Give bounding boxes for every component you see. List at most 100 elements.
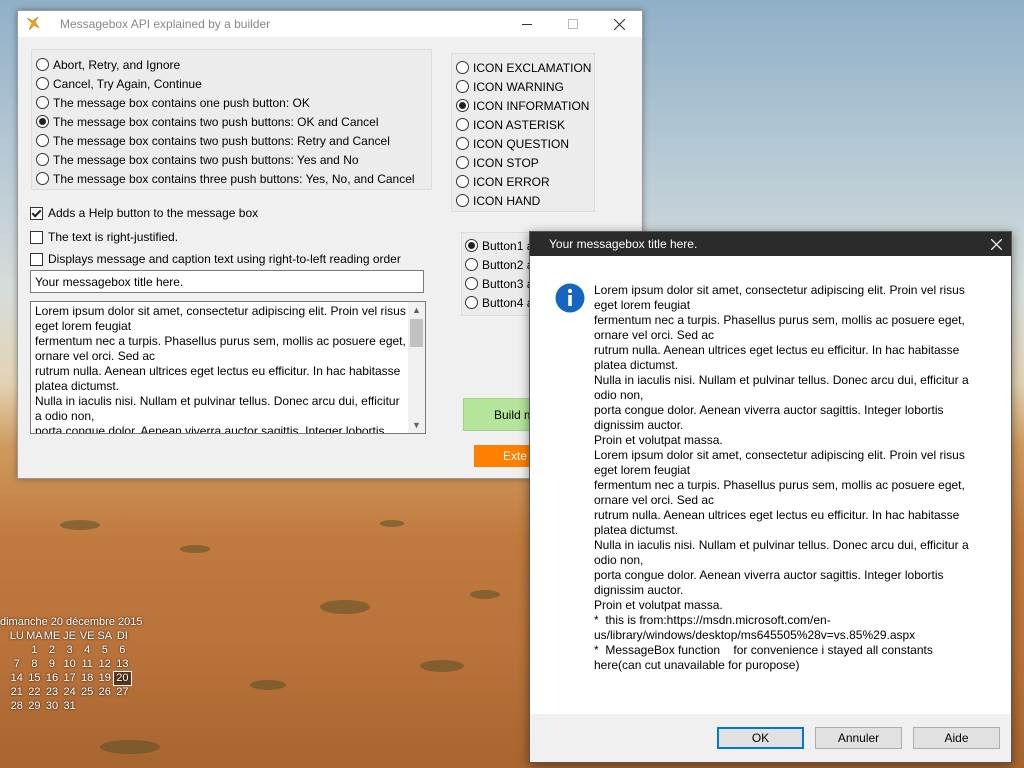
calendar-day: 7 [13,658,20,670]
message-scrollbar[interactable]: ▲ ▼ [408,302,425,433]
radio-unchecked-icon[interactable] [36,96,49,109]
radio-option[interactable]: The message box contains three push butt… [36,169,415,188]
radio-unchecked-icon[interactable] [465,277,478,290]
calendar-day: 28 [10,700,23,712]
calendar-day-header: DI [116,630,128,642]
radio-option[interactable]: ICON ERROR [456,172,550,191]
calendar-day: 29 [28,700,41,712]
option-checkbox-row[interactable]: The text is right-justified. [30,227,178,247]
calendar-day: 19 [98,672,111,684]
radio-unchecked-icon[interactable] [456,61,469,74]
radio-option[interactable]: ICON ASTERISK [456,115,565,134]
radio-option[interactable]: ICON HAND [456,191,540,210]
checkbox-checked-icon[interactable] [30,206,43,220]
icon-group: ICON EXCLAMATION ICON WARNING ICON INFORMA… [451,53,595,212]
radio-unchecked-icon[interactable] [465,258,478,271]
close-button[interactable] [596,11,642,37]
title-input[interactable]: Your messagebox title here. [30,270,424,293]
option-checkbox-row[interactable]: Adds a Help button to the message box [30,203,258,223]
minimize-button[interactable] [504,11,550,37]
calendar-day-header: SA [97,630,113,642]
calendar-day: 3 [66,644,73,656]
help-button[interactable]: Aide [913,727,1000,749]
radio-option[interactable]: Cancel, Try Again, Continue [36,74,202,93]
radio-unchecked-icon[interactable] [456,175,469,188]
radio-unchecked-icon[interactable] [36,153,49,166]
calendar-day: 4 [84,644,91,656]
calendar-day: 6 [119,644,126,656]
close-icon [613,18,625,30]
scrollbar-thumb[interactable] [410,319,423,347]
messagebox-titlebar[interactable]: Your messagebox title here. [530,232,1011,256]
radio-option[interactable]: ICON STOP [456,153,539,172]
messagebox-dialog: Your messagebox title here. Lorem ipsum … [529,231,1012,763]
radio-unchecked-icon[interactable] [456,80,469,93]
messagebox-close-button[interactable] [981,232,1011,256]
radio-checked-icon[interactable] [465,239,478,252]
radio-label: ICON WARNING [473,79,564,94]
app-icon [26,16,40,31]
calendar-day: 2 [48,644,56,656]
radio-label: Cancel, Try Again, Continue [53,76,202,91]
information-icon [555,283,585,313]
radio-unchecked-icon[interactable] [456,118,469,131]
calendar-day: 12 [98,658,111,670]
calendar-day: 26 [98,686,111,698]
cancel-button[interactable]: Annuler [815,727,902,749]
calendar-day: 23 [45,686,59,698]
calendar-day: 21 [10,686,23,698]
radio-unchecked-icon[interactable] [456,137,469,150]
radio-option[interactable]: Button2 a [465,255,533,274]
radio-option[interactable]: The message box contains two push button… [36,150,359,169]
message-textarea[interactable]: Lorem ipsum dolor sit amet, consectetur … [30,301,426,434]
radio-option[interactable]: Button1 a [465,236,533,255]
calendar-day: 11 [81,658,93,670]
radio-label: Button4 a [482,295,534,310]
radio-unchecked-icon[interactable] [456,194,469,207]
close-icon [990,238,1002,250]
checkbox-unchecked-icon[interactable] [30,230,43,244]
radio-unchecked-icon[interactable] [36,134,49,147]
radio-unchecked-icon[interactable] [36,58,49,71]
radio-label: Abort, Retry, and Ignore [53,57,181,72]
ok-button-label: OK [751,731,770,745]
radio-option[interactable]: The message box contains two push button… [36,131,390,150]
exit-button-label: Exte [503,449,528,463]
radio-option[interactable]: Button4 a [465,293,533,312]
radio-label: ICON HAND [473,193,541,208]
maximize-button[interactable] [550,11,596,37]
calendar-day: 13 [116,658,129,670]
radio-option[interactable]: The message box contains two push button… [36,112,379,131]
radio-checked-icon[interactable] [456,99,469,112]
scroll-down-icon[interactable]: ▼ [408,417,425,433]
radio-label: ICON ASTERISK [473,117,566,132]
calendar-day: 15 [28,672,41,684]
radio-option[interactable]: Button3 a [465,274,533,293]
calendar-day: 1 [31,644,38,656]
radio-option[interactable]: ICON EXCLAMATION [456,58,591,77]
option-checkbox-row[interactable]: Displays message and caption text using … [30,249,401,269]
radio-option[interactable]: ICON INFORMATION [456,96,589,115]
messagebox-title: Your messagebox title here. [549,237,698,251]
ok-button[interactable]: OK [717,727,804,749]
radio-unchecked-icon[interactable] [465,296,478,309]
radio-option[interactable]: ICON QUESTION [456,134,569,153]
messagebox-button-bar: OK Annuler Aide [530,714,1011,762]
calendar-day-header: JE [63,630,76,642]
radio-label: Button3 a [482,276,534,291]
radio-option[interactable]: ICON WARNING [456,77,564,96]
radio-label: The message box contains one push button… [53,95,310,110]
radio-unchecked-icon[interactable] [456,156,469,169]
message-textarea-content: Lorem ipsum dolor sit amet, consectetur … [35,304,406,434]
radio-label: The message box contains two push button… [53,133,390,148]
scroll-up-icon[interactable]: ▲ [408,302,425,318]
radio-unchecked-icon[interactable] [36,77,49,90]
main-titlebar[interactable]: Messagebox API explained by a builder [18,11,642,37]
option-label: The text is right-justified. [48,230,179,244]
radio-option[interactable]: Abort, Retry, and Ignore [36,55,180,74]
radio-checked-icon[interactable] [36,115,49,128]
checkbox-unchecked-icon[interactable] [30,252,43,266]
radio-unchecked-icon[interactable] [36,172,49,185]
calendar-day: 31 [63,700,76,712]
radio-option[interactable]: The message box contains one push button… [36,93,310,112]
